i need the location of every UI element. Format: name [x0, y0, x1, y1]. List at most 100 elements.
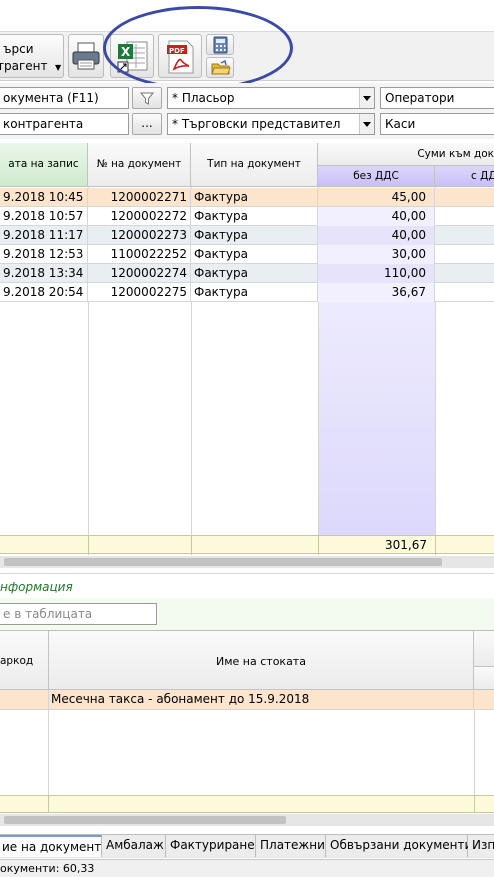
header-no-vat-label: без ДДС: [353, 170, 399, 182]
header-product-name-label: Име на стоката: [216, 655, 306, 668]
cell-doc-number: 1200002273: [88, 226, 191, 245]
funnel-icon: [139, 92, 155, 105]
printer-icon: [72, 42, 100, 70]
column-divider: [88, 536, 89, 555]
cell-date: 9.2018 20:54: [0, 283, 88, 302]
header-barcode[interactable]: аркод: [0, 631, 49, 690]
cell-doc-type: Фактура: [191, 226, 318, 245]
cell-doc-number: 1100022252: [88, 245, 191, 264]
cell-doc-type: Фактура: [191, 264, 318, 283]
browse-counterparty-button[interactable]: ...: [132, 113, 162, 135]
table-row[interactable]: 9.2018 12:53 1100022252 Фактура 30,00: [0, 245, 494, 264]
column-divider: [48, 710, 49, 796]
info-search-area: е в таблицата: [0, 598, 494, 630]
counterparty-search-field[interactable]: контрагента: [0, 113, 129, 135]
chevron-down-icon: [359, 88, 374, 108]
header-date[interactable]: ата на запис: [0, 143, 88, 187]
items-table: аркод Име на стоката Месечна такса - або…: [0, 630, 494, 810]
header-product-name[interactable]: Име на стоката: [49, 631, 474, 690]
header-with-vat-label: с ДД: [471, 170, 494, 182]
cell-doc-number: 1200002275: [88, 283, 191, 302]
search-label-line2: трагент: [0, 59, 48, 73]
filter-button[interactable]: [132, 87, 162, 109]
dropdown-arrow-icon: ▼: [55, 63, 62, 72]
cell-amount: 36,67: [318, 283, 435, 302]
table-row[interactable]: 9.2018 10:45 1200002271 Фактура 45,00: [0, 188, 494, 207]
totals-row: 301,67: [0, 535, 494, 555]
cell-date: 9.2018 12:53: [0, 245, 88, 264]
search-counterparty-button[interactable]: ърси трагент ▼: [0, 34, 64, 78]
cell-date: 9.2018 13:34: [0, 264, 88, 283]
sales-rep-select[interactable]: * Търговски представител: [167, 113, 375, 135]
table-row[interactable]: Месечна такса - абонамент до 15.9.2018: [0, 690, 494, 710]
tab-bar: ие на документа Амбалаж Фактуриране Плат…: [0, 834, 494, 858]
table-row[interactable]: 9.2018 13:34 1200002274 Фактура 110,00: [0, 264, 494, 283]
column-divider: [48, 796, 49, 813]
table-horizontal-scrollbar[interactable]: [0, 556, 494, 568]
placer-select[interactable]: * Пласьор: [167, 87, 375, 109]
info-section-label: нформация: [0, 580, 73, 594]
tab-packaging[interactable]: Амбалаж: [102, 835, 166, 857]
table-row[interactable]: 9.2018 10:57 1200002272 Фактура 40,00: [0, 207, 494, 226]
tab-more[interactable]: Изп: [468, 835, 494, 857]
cell-product-name: Месечна такса - абонамент до 15.9.2018: [49, 690, 474, 709]
print-button[interactable]: [68, 34, 104, 78]
header-sums-group-label: Суми към док: [417, 148, 494, 160]
cell-amount: 110,00: [318, 264, 435, 283]
cell-doc-type: Фактура: [191, 245, 318, 264]
tab-linked-documents[interactable]: Обвързани документи: [326, 835, 472, 857]
header-extra-sub: [474, 667, 494, 690]
header-doc-number-label: № на документ: [96, 158, 182, 170]
status-bar: окументи: 60,33: [0, 859, 494, 877]
tab-invoicing[interactable]: Фактуриране: [166, 835, 256, 857]
operators-field[interactable]: Оператори: [380, 87, 494, 109]
cell-date: 9.2018 10:45: [0, 188, 88, 207]
items-totals-row: [0, 795, 494, 813]
status-text: окументи: 60,33: [0, 862, 95, 875]
divider: [0, 573, 494, 574]
tab-document-content[interactable]: ие на документа: [0, 835, 109, 857]
placer-select-value: * Пласьор: [172, 91, 235, 105]
cell-amount: 45,00: [318, 188, 435, 207]
header-with-vat[interactable]: с ДД: [435, 166, 494, 187]
cell-doc-number: 1200002272: [88, 207, 191, 226]
search-label-line1: ърси: [3, 42, 34, 56]
cell-doc-number: 1200002274: [88, 264, 191, 283]
table-row[interactable]: 9.2018 11:17 1200002273 Фактура 40,00: [0, 226, 494, 245]
scrollbar-thumb[interactable]: [4, 558, 442, 566]
header-barcode-label: аркод: [0, 655, 34, 667]
header-date-label: ата на запис: [8, 158, 79, 170]
table-search-input[interactable]: е в таблицата: [0, 603, 157, 625]
header-no-vat[interactable]: без ДДС: [318, 166, 435, 187]
total-amount: 301,67: [385, 538, 427, 552]
cell-barcode: [0, 690, 49, 709]
cash-field[interactable]: Каси: [380, 113, 494, 135]
header-doc-type-label: Тип на документ: [207, 158, 301, 170]
cell-date: 9.2018 11:17: [0, 226, 88, 245]
header-extra: [474, 631, 494, 667]
tab-payments[interactable]: Платежни: [256, 835, 326, 857]
cell-date: 9.2018 10:57: [0, 207, 88, 226]
chevron-down-icon: [359, 114, 374, 134]
scrollbar-thumb[interactable]: [4, 816, 286, 824]
documents-table: ата на запис № на документ Тип на докуме…: [0, 143, 494, 572]
column-divider: [191, 536, 192, 555]
table-row[interactable]: 9.2018 20:54 1200002275 Фактура 36,67: [0, 283, 494, 302]
header-doc-type[interactable]: Тип на документ: [191, 143, 318, 187]
cell-amount: 40,00: [318, 207, 435, 226]
header-doc-number[interactable]: № на документ: [88, 143, 191, 187]
cell-doc-number: 1200002271: [88, 188, 191, 207]
cell-doc-type: Фактура: [191, 207, 318, 226]
column-divider: [435, 536, 436, 555]
filter-area: окумента (F11) * Пласьор Оператори контр…: [0, 83, 494, 139]
header-sums-group: Суми към док: [318, 143, 494, 166]
sales-rep-select-value: * Търговски представител: [172, 117, 341, 131]
annotation-ellipse: [103, 6, 293, 90]
cell-doc-type: Фактура: [191, 188, 318, 207]
cell-amount: 40,00: [318, 226, 435, 245]
cell-amount: 30,00: [318, 245, 435, 264]
items-horizontal-scrollbar[interactable]: [0, 814, 494, 826]
document-search-field[interactable]: окумента (F11): [0, 87, 129, 109]
cell-doc-type: Фактура: [191, 283, 318, 302]
column-divider: [474, 796, 475, 813]
